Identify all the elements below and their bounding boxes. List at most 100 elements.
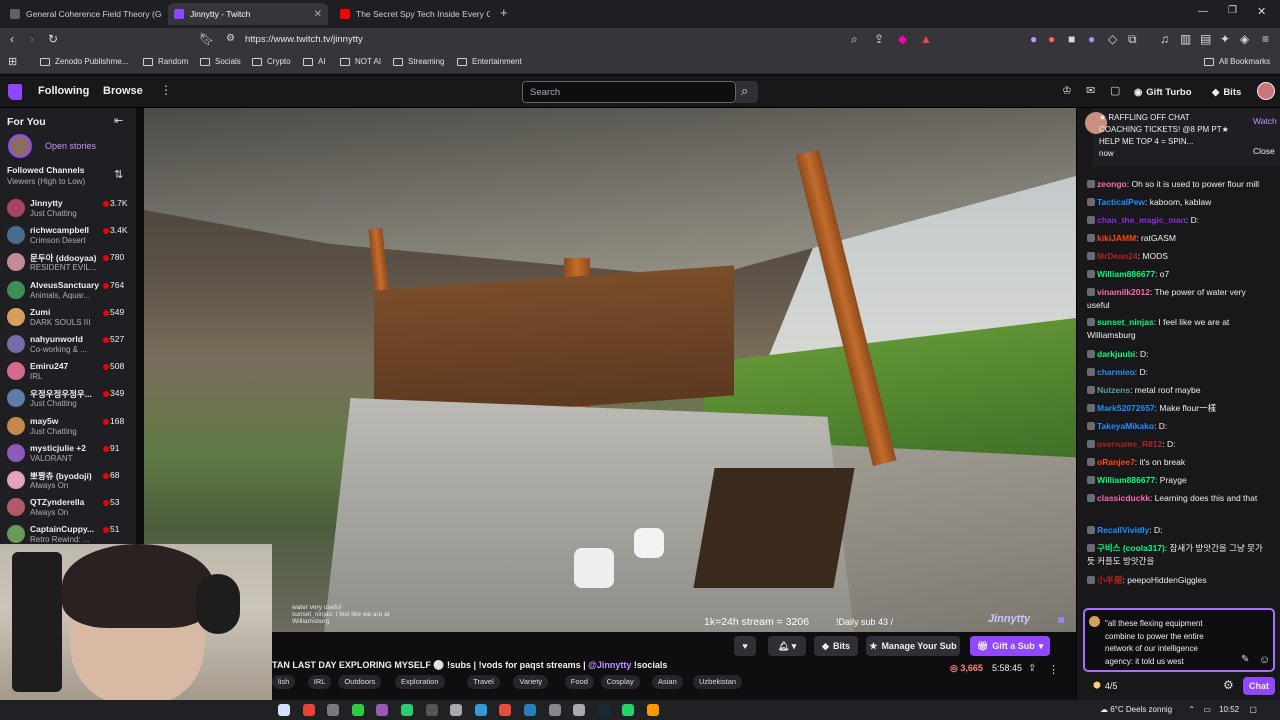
inbox-icon[interactable]: ✉: [1086, 84, 1095, 97]
extension-icon[interactable]: ●: [1030, 32, 1037, 46]
chat-username[interactable]: William886677: [1097, 475, 1155, 485]
stream-tag[interactable]: Exploration: [395, 675, 445, 689]
bookmark-folder[interactable]: Socials: [200, 57, 241, 66]
sidebar-channel-item[interactable]: QTZynderella Always On 53: [0, 496, 136, 524]
following-link[interactable]: Following: [38, 85, 89, 97]
minimize-window-icon[interactable]: —: [1198, 6, 1208, 17]
taskbar-app-icon[interactable]: [376, 704, 389, 716]
music-icon[interactable]: ♫: [1160, 32, 1169, 46]
rewards-icon[interactable]: ▲: [920, 32, 932, 46]
sidebar-channel-item[interactable]: 문두아 (ddooyaa) RESIDENT EVIL... 780: [0, 251, 136, 279]
open-stories-link[interactable]: Open stories: [45, 141, 96, 151]
chat-username[interactable]: username_R812: [1097, 439, 1162, 449]
taskbar-app-icon[interactable]: [401, 704, 413, 716]
extension-icon[interactable]: ◇: [1108, 32, 1117, 46]
channel-points[interactable]: ⬢ 4/5: [1093, 680, 1117, 691]
stream-tag[interactable]: lish: [272, 675, 296, 689]
chat-username[interactable]: vinamilk2012: [1097, 287, 1150, 297]
maximize-window-icon[interactable]: ❐: [1228, 5, 1237, 16]
whispers-icon[interactable]: ▢: [1110, 84, 1120, 97]
bookmark-folder[interactable]: Crypto: [252, 57, 291, 66]
bookmark-folder[interactable]: AI: [303, 57, 326, 66]
chat-username[interactable]: Nutzens: [1097, 385, 1130, 395]
chat-username[interactable]: 小半屋: [1097, 575, 1123, 585]
brave-shield-icon[interactable]: ◆: [898, 32, 907, 46]
chat-username[interactable]: TacticalPew: [1097, 197, 1145, 207]
new-tab-button[interactable]: +: [500, 5, 508, 20]
chat-username[interactable]: MrDean24: [1097, 251, 1138, 261]
bookmark-icon[interactable]: 🔖︎: [199, 32, 214, 46]
chat-username[interactable]: oRanjee7: [1097, 457, 1135, 467]
browse-link[interactable]: Browse: [103, 85, 143, 97]
share-icon[interactable]: ⇪: [874, 32, 884, 46]
taskbar-app-icon[interactable]: [450, 704, 463, 716]
chat-username[interactable]: RecallVividly: [1097, 525, 1149, 535]
sort-icon[interactable]: ⇅: [114, 168, 123, 181]
stream-tag[interactable]: Outdoors: [338, 675, 382, 689]
notifications-button[interactable]: 🔔︎ ▾: [768, 636, 806, 656]
manage-sub-button[interactable]: ★ Manage Your Sub: [866, 636, 960, 656]
bookmark-folder[interactable]: Streaming: [393, 57, 444, 66]
chat-username[interactable]: TakeyaMikako: [1097, 421, 1154, 431]
bookmark-folder[interactable]: Entertainment: [457, 57, 522, 66]
bookmark-folder[interactable]: Random: [143, 57, 188, 66]
site-info-icon[interactable]: ⚙: [226, 33, 235, 44]
close-window-icon[interactable]: ✕: [1257, 5, 1266, 18]
taskbar-app-icon[interactable]: [425, 704, 438, 716]
pinned-close-button[interactable]: Close: [1253, 146, 1275, 156]
sidebar-channel-item[interactable]: Emiru247 IRL 508: [0, 360, 136, 388]
bookmark-folder[interactable]: Zenodo Publishme...: [40, 57, 128, 66]
stream-tag[interactable]: Uzbekistan: [693, 675, 743, 689]
get-bits-button[interactable]: ◆ Bits: [1212, 82, 1241, 102]
twitch-logo-icon[interactable]: [8, 84, 22, 100]
chat-username[interactable]: Mark52072657: [1097, 403, 1155, 413]
more-menu-icon[interactable]: ⋮: [160, 83, 172, 97]
apps-grid-icon[interactable]: ⊞: [8, 55, 17, 68]
taskbar-app-icon[interactable]: [302, 704, 315, 716]
stream-tag[interactable]: IRL: [307, 675, 332, 689]
share-icon[interactable]: ⇪: [1028, 663, 1036, 674]
sidebar-channel-item[interactable]: 우정우정우정우... Just Chatting 349: [0, 387, 136, 415]
taskbar-app-icon[interactable]: [327, 704, 340, 716]
sidebar-channel-item[interactable]: nahyunworld Co-working & ... 527: [0, 333, 136, 361]
send-chat-button[interactable]: Chat: [1243, 677, 1275, 695]
chat-username[interactable]: darkjuubi: [1097, 349, 1135, 359]
chat-username[interactable]: zeongo: [1097, 179, 1127, 189]
stream-tag[interactable]: Asian: [652, 675, 683, 689]
stream-tag[interactable]: Variety: [513, 675, 549, 689]
chat-username[interactable]: classicduckk: [1097, 493, 1150, 503]
chat-username[interactable]: kikiJAMM: [1097, 233, 1136, 243]
chat-username[interactable]: chan_the_magic_man: [1097, 215, 1186, 225]
extension-icon[interactable]: ●: [1088, 32, 1095, 46]
leo-icon[interactable]: ✦: [1220, 32, 1230, 46]
browser-tab-twitch[interactable]: Jinnytty - Twitch ✕: [168, 3, 328, 25]
taskbar-app-icon[interactable]: [597, 704, 610, 716]
crown-icon[interactable]: ♔: [1062, 84, 1072, 97]
all-bookmarks[interactable]: All Bookmarks: [1204, 57, 1270, 66]
close-tab-icon[interactable]: ✕: [308, 9, 322, 20]
forward-icon[interactable]: ›: [30, 32, 34, 46]
menu-icon[interactable]: ≡: [1262, 32, 1269, 46]
video-player[interactable]: water very useful sunset_ninjas: I feel …: [144, 108, 1076, 632]
extensions-puzzle-icon[interactable]: ⧉: [1128, 32, 1137, 47]
zoom-icon[interactable]: ⌕: [851, 32, 858, 47]
sidebar-channel-item[interactable]: may5w Just Chatting 168: [0, 415, 136, 443]
sidebar-channel-item[interactable]: Zumi DARK SOULS III 549: [0, 306, 136, 334]
chat-username[interactable]: sunset_ninjas: [1097, 317, 1154, 327]
extension-icon[interactable]: ●: [1048, 32, 1055, 46]
sidebar-channel-item[interactable]: Jinnytty Just Chatting 3.7K: [0, 197, 136, 225]
bits-button[interactable]: ◆ Bits: [814, 636, 858, 656]
follow-heart-button[interactable]: ♥: [734, 636, 756, 656]
taskbar-app-icon[interactable]: [524, 704, 536, 716]
bookmark-folder[interactable]: NOT AI: [340, 57, 381, 66]
chat-username[interactable]: William886677: [1097, 269, 1155, 279]
wallet-icon[interactable]: ▤: [1200, 32, 1211, 46]
stories-avatar[interactable]: [8, 134, 32, 158]
chat-username[interactable]: 구비스 (coola317): [1097, 543, 1165, 553]
chat-input[interactable]: "all these flexing equipment combine to …: [1083, 608, 1275, 672]
taskbar-app-icon[interactable]: [351, 704, 364, 716]
emote-picker-icon[interactable]: ☺: [1259, 654, 1270, 666]
browser-tab-youtube[interactable]: The Secret Spy Tech Inside Every Cre: [334, 3, 490, 25]
sidebar-toggle-icon[interactable]: ▥: [1180, 32, 1191, 46]
notification-icon[interactable]: ▢: [1249, 705, 1257, 714]
